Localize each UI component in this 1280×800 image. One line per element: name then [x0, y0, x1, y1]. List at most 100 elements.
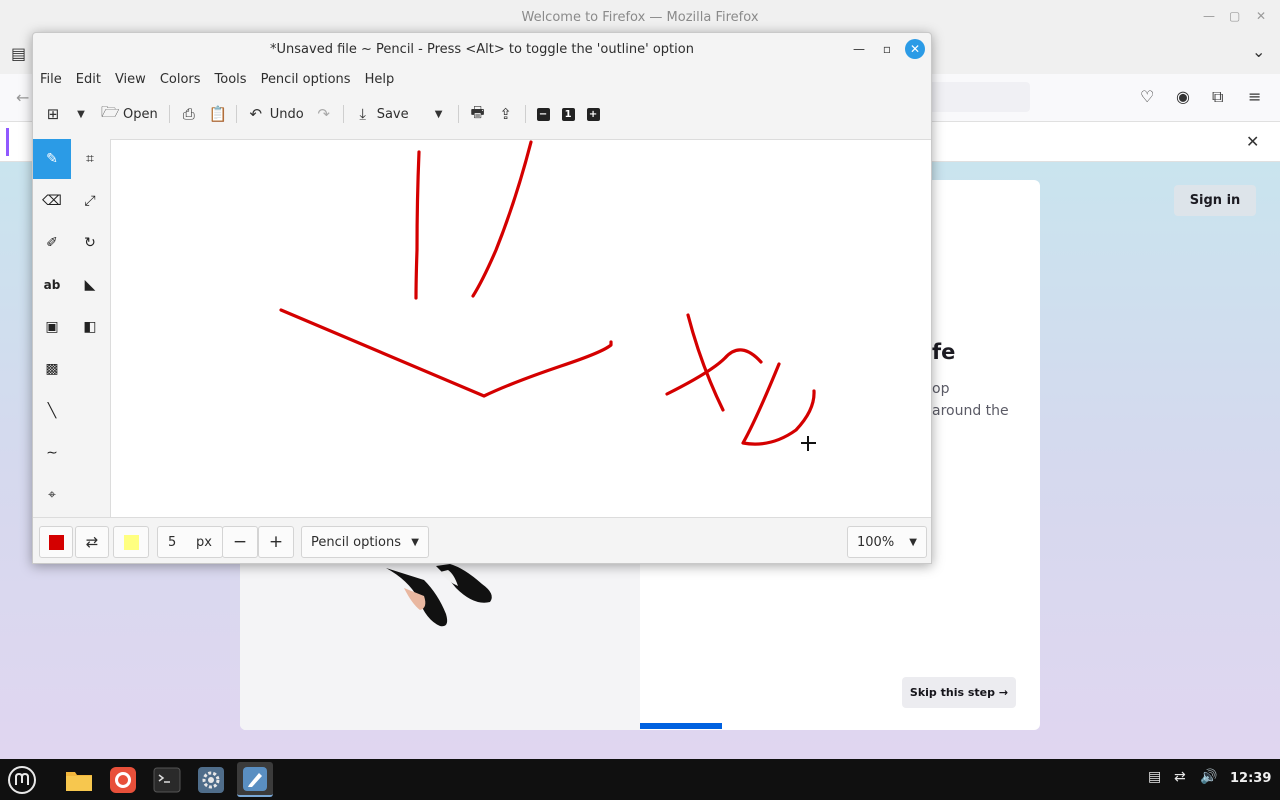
firefox-close-icon[interactable]: ✕ [1256, 9, 1266, 23]
pencil-launcher[interactable] [237, 762, 273, 797]
notification-accent [6, 128, 9, 156]
clipboard-icon: 📋 [208, 105, 228, 123]
firefox-maximize-icon[interactable]: ▢ [1229, 9, 1240, 23]
tool-text[interactable]: ab [33, 265, 71, 305]
menubar: File Edit View Colors Tools Pencil optio… [33, 67, 401, 91]
terminal-icon [153, 767, 181, 792]
tool-pencil[interactable]: ✎ [33, 139, 71, 179]
tool-line[interactable]: ╲ [33, 391, 71, 431]
account-icon[interactable]: ◉ [1176, 87, 1190, 106]
new-image-dropdown-button[interactable]: ▼ [67, 100, 95, 128]
tool-filters[interactable]: ◧ [71, 307, 109, 347]
pencil-window-title: *Unsaved file ~ Pencil - Press <Alt> to … [270, 41, 694, 57]
tool-shape[interactable]: ⌖ [33, 475, 71, 515]
tool-skew[interactable]: ◣ [71, 265, 109, 305]
undo-button-label: Undo [269, 106, 304, 122]
pencil-icon: ✎ [46, 151, 58, 167]
tools-sidebar: ✎ ⌗ ⌫ ⤢ ✐ ↻ ab ◣ ▣ ◧ ▩ ╲ ∼ ⌖ [33, 139, 110, 517]
secondary-color-button[interactable] [113, 526, 149, 558]
pocket-icon[interactable]: ♡ [1140, 87, 1154, 106]
tool-free-select[interactable]: ▩ [33, 349, 71, 389]
tab-overview-icon[interactable]: ▤ [11, 44, 26, 63]
skip-step-button[interactable]: Skip this step → [902, 677, 1016, 708]
zoom-out-button[interactable]: − [531, 100, 556, 128]
primary-color-swatch [48, 534, 64, 550]
pencil-options-label: Pencil options [311, 534, 401, 550]
save-button[interactable]: ⤓ Save [349, 100, 415, 128]
open-button-label: Open [123, 106, 158, 122]
minimize-button[interactable]: — [849, 39, 869, 59]
menu-tools[interactable]: Tools [208, 72, 254, 87]
primary-color-button[interactable] [39, 526, 73, 558]
shape-icon: ⌖ [48, 487, 56, 503]
import-button[interactable]: ⎙ [175, 100, 203, 128]
tool-scale[interactable]: ⤢ [71, 181, 109, 221]
menu-colors[interactable]: Colors [153, 72, 208, 87]
settings-launcher[interactable] [193, 762, 229, 797]
rect-select-icon: ▣ [45, 319, 59, 335]
welcome-heading-fragment: fe [932, 340, 956, 364]
size-spinbox[interactable]: 5 px [157, 526, 223, 558]
folder-icon: 🗁 [101, 102, 120, 121]
size-increase-button[interactable]: + [258, 526, 294, 558]
drawing-canvas[interactable] [110, 139, 931, 517]
zoom-dropdown[interactable]: 100% ▼ [847, 526, 927, 558]
menu-pencil-options[interactable]: Pencil options [254, 72, 358, 87]
menu-file[interactable]: File [33, 72, 69, 87]
tab-list-chevron-icon[interactable]: ⌄ [1252, 42, 1265, 61]
toolbar-separator [342, 105, 344, 123]
illustration-shoes [378, 558, 498, 637]
tool-rect-select[interactable]: ▣ [33, 307, 71, 347]
files-launcher[interactable] [61, 762, 97, 797]
tool-rotate[interactable]: ↻ [71, 223, 109, 263]
pencil-options-dropdown[interactable]: Pencil options ▼ [301, 526, 429, 558]
size-unit: px [196, 534, 212, 550]
swap-colors-button[interactable]: ⇄ [75, 526, 109, 558]
zoom-value: 100% [857, 534, 895, 550]
folder-icon [66, 771, 92, 791]
network-tray-icon[interactable]: ⇄ [1174, 769, 1186, 785]
firefox-launcher[interactable] [105, 762, 141, 797]
toolbar-separator [235, 105, 237, 123]
volume-tray-icon[interactable]: 🔊 [1200, 769, 1217, 785]
tool-eraser[interactable]: ⌫ [33, 181, 71, 221]
menu-edit[interactable]: Edit [69, 72, 108, 87]
free-select-icon: ▩ [45, 361, 59, 377]
notes-tray-icon[interactable]: ▤ [1148, 769, 1161, 785]
secondary-color-swatch [123, 534, 139, 550]
tool-curve[interactable]: ∼ [33, 433, 71, 473]
export-button[interactable]: ⇪ [492, 100, 520, 128]
maximize-button[interactable]: ▫ [877, 39, 897, 59]
start-menu-button[interactable] [4, 762, 40, 797]
terminal-launcher[interactable] [149, 762, 185, 797]
zoom-reset-button[interactable]: 1 [556, 100, 581, 128]
redo-button[interactable]: ↷ [310, 100, 338, 128]
open-button[interactable]: 🗁 Open [95, 100, 164, 128]
menu-view[interactable]: View [108, 72, 153, 87]
line-icon: ╲ [47, 403, 57, 419]
firefox-minimize-icon[interactable]: — [1203, 9, 1215, 23]
extensions-icon[interactable]: ⧉ [1212, 87, 1223, 107]
undo-button[interactable]: ↶ Undo [242, 100, 310, 128]
tool-highlighter[interactable]: ✐ [33, 223, 71, 263]
zoom-in-button[interactable]: + [581, 100, 606, 128]
close-button[interactable]: ✕ [905, 39, 925, 59]
onboarding-progress-bar [640, 723, 722, 729]
notification-close-icon[interactable]: ✕ [1246, 132, 1259, 151]
dropdown-arrow-icon: ▼ [77, 108, 85, 120]
zoom-one-icon: 1 [561, 107, 575, 121]
dropdown-arrow-icon: ▼ [411, 536, 419, 548]
paste-button[interactable]: 📋 [203, 100, 231, 128]
back-arrow-icon[interactable]: ← [16, 88, 29, 107]
print-button[interactable]: 🖶 [464, 100, 492, 128]
save-dropdown-button[interactable]: ▼ [425, 100, 453, 128]
app-menu-icon[interactable]: ≡ [1248, 87, 1261, 106]
menu-help[interactable]: Help [358, 72, 402, 87]
toolbar: ⊞ ▼ 🗁 Open ⎙ 📋 ↶ Undo ↷ ⤓ Save ▼ 🖶 ⇪ − 1… [33, 97, 931, 131]
zoom-out-minus-icon: − [536, 107, 550, 121]
clock[interactable]: 12:39 [1230, 771, 1271, 786]
sign-in-button[interactable]: Sign in [1174, 185, 1256, 216]
new-image-button[interactable]: ⊞ [39, 100, 67, 128]
tool-crop[interactable]: ⌗ [71, 139, 109, 179]
size-decrease-button[interactable]: − [222, 526, 258, 558]
